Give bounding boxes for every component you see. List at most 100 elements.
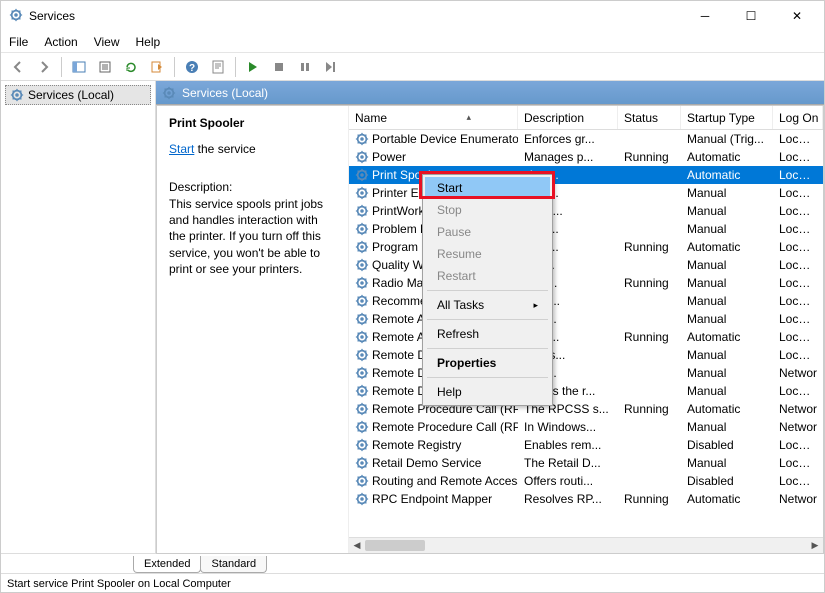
service-startup: Manual [681,347,773,363]
scroll-left-icon[interactable]: ◀ [349,538,365,553]
tab-standard[interactable]: Standard [200,556,267,573]
gear-icon [355,222,369,236]
service-row[interactable]: Remote Desktop Services U...Allows the r… [349,382,823,400]
refresh-button[interactable] [120,56,142,78]
maximize-button[interactable]: ☐ [728,1,774,31]
service-row[interactable]: Remote RegistryEnables rem...DisabledLoc… [349,436,823,454]
properties-button[interactable] [207,56,229,78]
service-desc: Enforces gr... [518,131,618,147]
column-startup-type[interactable]: Startup Type [681,106,773,129]
export-button[interactable] [94,56,116,78]
service-startup: Automatic [681,149,773,165]
service-logon: Networ [773,419,823,435]
service-status: Running [618,149,681,165]
ctx-properties[interactable]: Properties [425,352,550,374]
service-row[interactable]: Problem Rvice ...ManualLocal Sy [349,220,823,238]
ctx-pause: Pause [425,221,550,243]
menu-help[interactable]: Help [136,35,161,49]
pane-title: Services (Local) [182,86,268,100]
column-name[interactable]: Name▴ [349,106,518,129]
service-status [618,300,681,302]
show-hide-tree-button[interactable] [68,56,90,78]
service-row[interactable]: Program Cvice ...RunningAutomaticLocal S… [349,238,823,256]
ctx-refresh[interactable]: Refresh [425,323,550,345]
sort-asc-icon: ▴ [466,112,511,123]
service-row[interactable]: PrintWorkes su...ManualLocal Sy [349,202,823,220]
back-button[interactable] [7,56,29,78]
service-startup: Manual [681,221,773,237]
column-logon[interactable]: Log On [773,106,823,129]
close-button[interactable]: ✕ [774,1,820,31]
service-startup: Automatic [681,239,773,255]
pane-header: Services (Local) [156,81,824,105]
service-status [618,138,681,140]
pause-service-button[interactable] [294,56,316,78]
column-status[interactable]: Status [618,106,681,129]
ctx-start[interactable]: Start [425,177,550,199]
detail-panel: Print Spooler Start the service Descript… [157,106,349,553]
service-status [618,192,681,194]
service-logon: Local Sy [773,149,823,165]
description-label: Description: [169,180,336,194]
service-row[interactable]: Print Spoolervice ...AutomaticLocal Sy [349,166,823,184]
help-button[interactable]: ? [181,56,203,78]
service-status: Running [618,491,681,507]
selected-service-name: Print Spooler [169,116,336,130]
toolbar: ? [1,53,824,81]
service-status [618,318,681,320]
service-status: Running [618,239,681,255]
service-name: Problem R [372,222,429,236]
minimize-button[interactable]: ─ [682,1,728,31]
menubar: File Action View Help [1,31,824,53]
menu-view[interactable]: View [94,35,120,49]
service-desc: Resolves RP... [518,491,618,507]
service-status [618,210,681,212]
titlebar: Services ─ ☐ ✕ [1,1,824,31]
service-row[interactable]: Remote Duser...ManualNetwor [349,364,823,382]
service-row[interactable]: RPC Endpoint MapperResolves RP...Running… [349,490,823,508]
scroll-right-icon[interactable]: ▶ [807,538,823,553]
service-row[interactable]: Remote Aa co...ManualLocal Sy [349,310,823,328]
service-name: Remote A [372,312,425,326]
statusbar: Start service Print Spooler on Local Com… [1,573,824,593]
description-text: This service spools print jobs and handl… [169,196,336,277]
service-startup: Manual [681,185,773,201]
service-startup: Manual (Trig... [681,131,773,147]
service-row[interactable]: PowerManages p...RunningAutomaticLocal S… [349,148,823,166]
service-row[interactable]: Remote De Des...ManualLocal Sy [349,346,823,364]
start-service-link[interactable]: Start [169,142,194,156]
service-row[interactable]: Remote Aes di...RunningAutomaticLocal Sy [349,328,823,346]
ctx-help[interactable]: Help [425,381,550,403]
service-row[interactable]: Radio ManMan...RunningManualLocal Se [349,274,823,292]
service-row[interactable]: Routing and Remote AccessOffers routi...… [349,472,823,490]
service-startup: Automatic [681,167,773,183]
service-row[interactable]: Printer Extvice ...ManualLocal Sy [349,184,823,202]
scroll-thumb[interactable] [365,540,425,551]
start-service-button[interactable] [242,56,264,78]
service-status [618,462,681,464]
service-row[interactable]: Quality WWin...ManualLocal Se [349,256,823,274]
stop-service-button[interactable] [268,56,290,78]
column-description[interactable]: Description [518,106,618,129]
service-row[interactable]: Retail Demo ServiceThe Retail D...Manual… [349,454,823,472]
service-logon: Networ [773,365,823,381]
service-row[interactable]: Recommes aut...ManualLocal Sy [349,292,823,310]
service-row[interactable]: Portable Device Enumerator...Enforces gr… [349,130,823,148]
service-status [618,372,681,374]
forward-button[interactable] [33,56,55,78]
menu-action[interactable]: Action [44,35,77,49]
service-logon: Networ [773,491,823,507]
horizontal-scrollbar[interactable]: ◀ ▶ [349,537,823,553]
service-row[interactable]: Remote Procedure Call (RP...In Windows..… [349,418,823,436]
ctx-all-tasks[interactable]: All Tasks▸ [425,294,550,316]
service-name: Retail Demo Service [372,456,481,470]
tab-extended[interactable]: Extended [133,556,201,573]
service-name: PrintWork [372,204,424,218]
restart-service-button[interactable] [320,56,342,78]
export-list-button[interactable] [146,56,168,78]
tree-root-services-local[interactable]: Services (Local) [5,85,151,105]
service-row[interactable]: Remote Procedure Call (RPC)The RPCSS s..… [349,400,823,418]
menu-file[interactable]: File [9,35,28,49]
service-status [618,426,681,428]
service-desc: Offers routi... [518,473,618,489]
